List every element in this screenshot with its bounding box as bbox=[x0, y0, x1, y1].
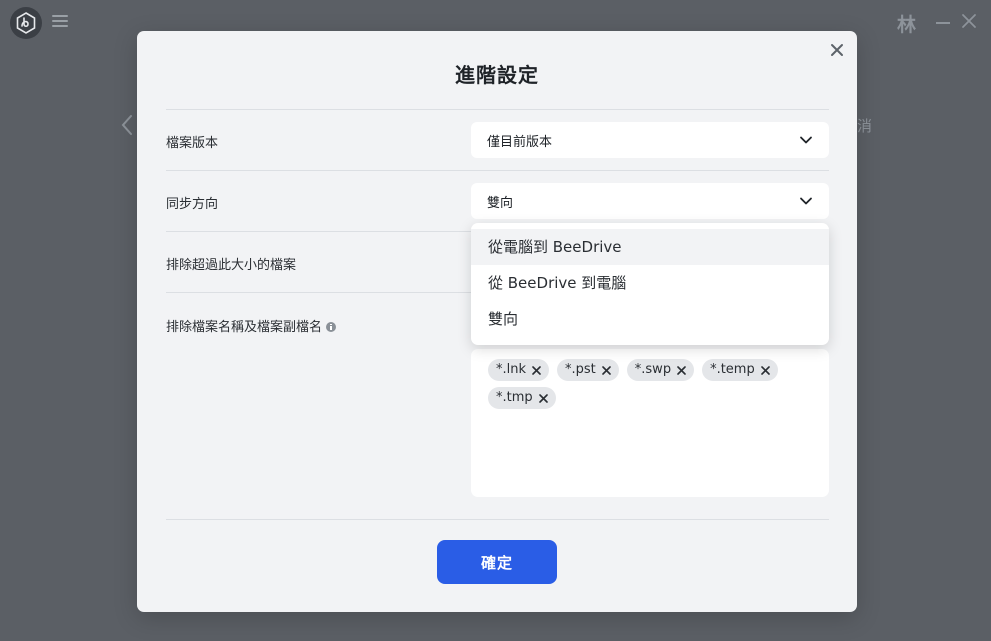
info-icon[interactable] bbox=[326, 322, 337, 332]
advanced-settings-dialog: 進階設定 檔案版本 僅目前版本 同步方向 雙向 排除超過此大小的檔案 排除檔案名… bbox=[137, 31, 857, 612]
sync-direction-dropdown: 從電腦到 BeeDrive 從 BeeDrive 到電腦 雙向 bbox=[471, 223, 829, 345]
pattern-tag-label: *.swp bbox=[634, 362, 672, 377]
excluded-patterns-box[interactable]: *.lnk *.pst *.swp *.temp *.tmp bbox=[471, 349, 829, 497]
exclude-size-label: 排除超過此大小的檔案 bbox=[166, 258, 297, 273]
pattern-tag: *.temp bbox=[702, 359, 778, 381]
window-close-icon[interactable] bbox=[961, 13, 977, 29]
dialog-close-icon[interactable] bbox=[829, 42, 845, 58]
pattern-tag: *.tmp bbox=[488, 387, 556, 409]
remove-tag-icon[interactable] bbox=[601, 365, 611, 375]
minimize-icon[interactable] bbox=[936, 22, 950, 24]
pattern-tag: *.lnk bbox=[488, 359, 550, 381]
app-logo bbox=[10, 7, 42, 39]
pattern-tag-label: *.tmp bbox=[496, 390, 533, 405]
pattern-tag-label: *.lnk bbox=[496, 362, 527, 377]
background-cancel-text: 消 bbox=[857, 117, 873, 135]
divider bbox=[166, 519, 829, 520]
chevron-down-icon bbox=[800, 197, 812, 205]
back-arrow-icon[interactable] bbox=[118, 113, 136, 137]
beedrive-logo-icon bbox=[16, 12, 36, 34]
chevron-down-icon bbox=[800, 136, 812, 144]
file-version-label: 檔案版本 bbox=[166, 136, 219, 151]
divider bbox=[166, 109, 829, 110]
dialog-title: 進階設定 bbox=[455, 63, 539, 87]
option-two-way[interactable]: 雙向 bbox=[471, 301, 829, 337]
divider bbox=[166, 170, 829, 171]
confirm-button[interactable]: 確定 bbox=[437, 540, 557, 584]
remove-tag-icon[interactable] bbox=[677, 365, 686, 375]
pattern-tag-label: *.pst bbox=[565, 362, 596, 377]
file-version-value: 僅目前版本 bbox=[487, 134, 553, 150]
remove-tag-icon[interactable] bbox=[538, 393, 548, 403]
menu-icon[interactable] bbox=[52, 12, 68, 28]
sync-direction-label: 同步方向 bbox=[166, 197, 219, 212]
file-version-select[interactable]: 僅目前版本 bbox=[471, 122, 829, 158]
pattern-tag-label: *.temp bbox=[710, 362, 755, 377]
sync-direction-select[interactable]: 雙向 bbox=[471, 183, 829, 219]
remove-tag-icon[interactable] bbox=[760, 365, 770, 375]
sync-direction-value: 雙向 bbox=[487, 195, 514, 211]
option-beedrive-to-pc[interactable]: 從 BeeDrive 到電腦 bbox=[471, 265, 829, 301]
pattern-tag: *.pst bbox=[557, 359, 619, 381]
avatar[interactable]: 林 bbox=[897, 10, 916, 37]
pattern-tag: *.swp bbox=[626, 359, 695, 381]
option-pc-to-beedrive[interactable]: 從電腦到 BeeDrive bbox=[471, 229, 829, 265]
exclude-names-label: 排除檔案名稱及檔案副檔名 bbox=[166, 316, 337, 335]
remove-tag-icon[interactable] bbox=[532, 365, 541, 375]
exclude-names-label-text: 排除檔案名稱及檔案副檔名 bbox=[166, 320, 323, 335]
